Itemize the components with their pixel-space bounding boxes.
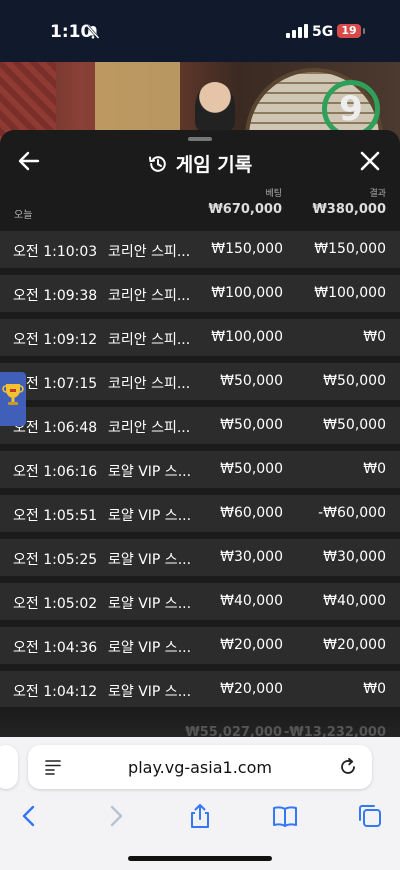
row-bet-amount: ₩150,000 xyxy=(211,241,283,257)
history-row[interactable]: 오전 1:05:02 로얄 VIP 스... ₩40,000 ₩40,000 xyxy=(0,583,400,620)
column-header-result: 결과 xyxy=(369,189,386,199)
row-game-name: 코리안 스피... xyxy=(108,420,191,436)
history-row[interactable]: 오전 1:07:15 코리안 스피... ₩50,000 ₩50,000 xyxy=(0,363,400,400)
cellular-signal-icon xyxy=(286,24,308,38)
row-bet-amount: ₩100,000 xyxy=(211,285,283,301)
row-time: 오전 1:09:12 xyxy=(13,332,98,348)
row-bet-amount: ₩50,000 xyxy=(220,461,283,477)
network-type: 5G xyxy=(312,24,334,40)
row-time: 오전 1:05:25 xyxy=(13,552,98,568)
battery-icon: 19 xyxy=(337,24,361,38)
row-bet-amount: ₩40,000 xyxy=(220,593,283,609)
battery-tip xyxy=(363,28,365,34)
row-game-name: 코리안 스피... xyxy=(108,244,191,260)
forward-icon[interactable] xyxy=(103,803,129,829)
close-icon[interactable] xyxy=(360,151,380,171)
row-result-amount: ₩0 xyxy=(363,681,386,697)
day-total-bet: ₩670,000 xyxy=(208,202,282,217)
row-game-name: 로얄 VIP 스... xyxy=(108,552,192,568)
column-header-bet: 베팅 xyxy=(265,189,282,199)
history-row[interactable]: 오전 1:04:36 로얄 VIP 스... ₩20,000 ₩20,000 xyxy=(0,627,400,664)
history-row[interactable]: 오전 1:09:38 코리안 스피... ₩100,000 ₩100,000 xyxy=(0,275,400,312)
day-label: 오늘 xyxy=(14,210,33,221)
row-game-name: 로얄 VIP 스... xyxy=(108,640,192,656)
history-row[interactable]: 오전 1:05:51 로얄 VIP 스... ₩60,000 -₩60,000 xyxy=(0,495,400,532)
row-game-name: 로얄 VIP 스... xyxy=(108,508,192,524)
history-row[interactable]: 오전 1:04:12 로얄 VIP 스... ₩20,000 ₩0 xyxy=(0,671,400,708)
sheet-title: 게임 기록 xyxy=(0,150,400,177)
address-bar[interactable]: play.vg-asia1.com xyxy=(28,745,372,789)
row-game-name: 로얄 VIP 스... xyxy=(108,684,192,700)
row-bet-amount: ₩100,000 xyxy=(211,329,283,345)
row-result-amount: ₩30,000 xyxy=(323,549,386,565)
row-time: 오전 1:04:12 xyxy=(13,684,98,700)
row-bet-amount: ₩60,000 xyxy=(220,505,283,521)
status-bar: 1:10 5G 19 xyxy=(0,0,400,62)
row-time: 오전 1:10:03 xyxy=(13,244,98,260)
sheet-grabber[interactable] xyxy=(188,137,212,141)
sheet-title-text: 게임 기록 xyxy=(175,154,253,176)
previous-tab-preview[interactable] xyxy=(0,745,18,789)
row-bet-amount: ₩20,000 xyxy=(220,681,283,697)
reload-icon[interactable] xyxy=(338,757,358,777)
video-dealer xyxy=(195,82,235,132)
history-row[interactable]: 오전 1:06:16 로얄 VIP 스... ₩50,000 ₩0 xyxy=(0,451,400,488)
history-row[interactable]: 오전 1:06:48 코리안 스피... ₩50,000 ₩50,000 xyxy=(0,407,400,444)
row-game-name: 로얄 VIP 스... xyxy=(108,596,192,612)
row-bet-amount: ₩50,000 xyxy=(220,373,283,389)
row-time: 오전 1:09:38 xyxy=(13,288,98,304)
history-list: 오전 1:10:03 코리안 스피... ₩150,000 ₩150,000 오전 1:… xyxy=(0,224,400,708)
row-game-name: 코리안 스피... xyxy=(108,288,191,304)
history-row[interactable]: 오전 1:05:25 로얄 VIP 스... ₩30,000 ₩30,000 xyxy=(0,539,400,576)
url-text: play.vg-asia1.com xyxy=(128,758,272,777)
row-bet-amount: ₩20,000 xyxy=(220,637,283,653)
row-result-amount: ₩40,000 xyxy=(323,593,386,609)
row-result-amount: ₩50,000 xyxy=(323,373,386,389)
history-row[interactable]: 오전 1:09:12 코리안 스피... ₩100,000 ₩0 xyxy=(0,319,400,356)
row-game-name: 코리안 스피... xyxy=(108,376,191,392)
row-time: 오전 1:05:02 xyxy=(13,596,98,612)
history-icon xyxy=(148,156,166,172)
row-game-name: 코리안 스피... xyxy=(108,332,191,348)
leaderboard-tab[interactable] xyxy=(0,372,26,426)
history-row[interactable]: 오전 1:10:03 코리안 스피... ₩150,000 ₩150,000 xyxy=(0,231,400,268)
row-result-amount: ₩150,000 xyxy=(314,241,386,257)
row-time: 오전 1:05:51 xyxy=(13,508,98,524)
tabs-icon[interactable] xyxy=(357,803,383,829)
day-total-result: ₩380,000 xyxy=(312,202,386,217)
row-bet-amount: ₩30,000 xyxy=(220,549,283,565)
bookmarks-icon[interactable] xyxy=(272,803,298,829)
share-icon[interactable] xyxy=(187,803,213,829)
game-history-sheet: 게임 기록 베팅 결과 오늘 ₩670,000 ₩380,000 오전 1:10… xyxy=(0,130,400,770)
browser-toolbar: play.vg-asia1.com xyxy=(0,737,400,870)
trophy-icon xyxy=(2,384,24,405)
row-result-amount: ₩20,000 xyxy=(323,637,386,653)
row-result-amount: ₩0 xyxy=(363,329,386,345)
row-result-amount: ₩0 xyxy=(363,461,386,477)
row-time: 오전 1:04:36 xyxy=(13,640,98,656)
bell-muted-icon xyxy=(86,25,100,39)
row-game-name: 로얄 VIP 스... xyxy=(108,464,192,480)
row-result-amount: ₩100,000 xyxy=(314,285,386,301)
home-indicator xyxy=(128,856,272,861)
row-time: 오전 1:06:16 xyxy=(13,464,98,480)
row-result-amount: ₩50,000 xyxy=(323,417,386,433)
back-icon[interactable] xyxy=(16,803,42,829)
row-result-amount: -₩60,000 xyxy=(318,505,386,521)
row-bet-amount: ₩50,000 xyxy=(220,417,283,433)
